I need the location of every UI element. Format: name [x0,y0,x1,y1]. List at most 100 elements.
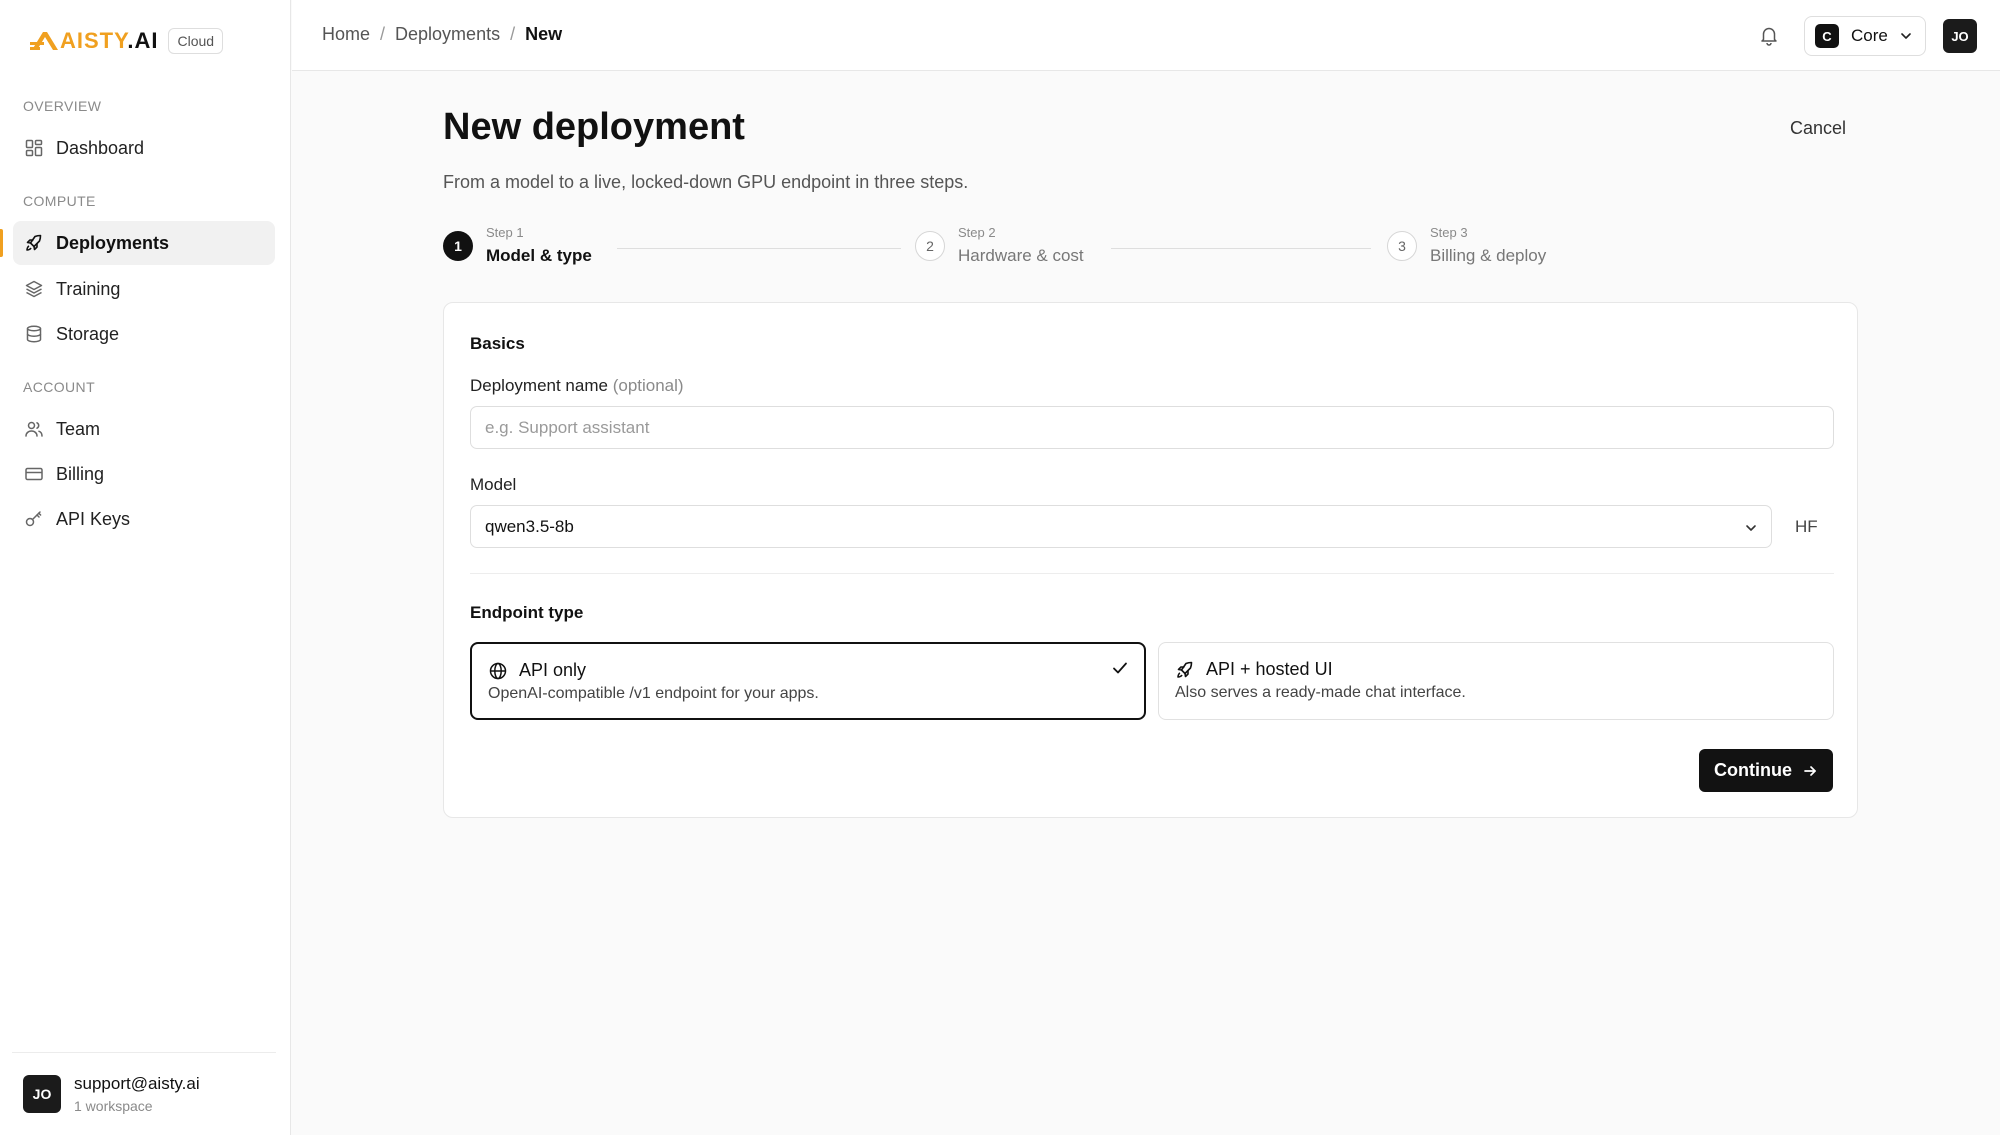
step-title: Model & type [486,246,592,265]
model-select-value: qwen3.5-8b [485,516,574,536]
users-icon [24,419,44,439]
step-title: Hardware & cost [958,246,1084,265]
breadcrumb: Home / Deployments / New [322,24,562,45]
workspace-name: Core [1851,26,1888,45]
endpoint-option-api-only[interactable]: API only OpenAI-compatible /v1 endpoint … [470,642,1146,720]
user-workspace-count: 1 workspace [74,1098,153,1114]
sidebar-item-label: Storage [56,323,120,344]
endpoint-option-header: API only [488,660,586,681]
sidebar-footer-divider [12,1052,276,1053]
model-select[interactable]: qwen3.5-8b [470,505,1772,548]
sidebar-item-label: API Keys [56,508,131,529]
endpoint-option-title: API only [519,660,587,680]
step-title: Billing & deploy [1430,246,1547,265]
credit-card-icon [24,464,44,484]
deployment-form-card: Basics Deployment name (optional) Model … [443,302,1858,818]
section-divider [470,573,1834,574]
breadcrumb-current: New [525,24,563,44]
step-3[interactable]: 3 Step 3 Billing & deploy [1387,225,1546,266]
step-2[interactable]: 2 Step 2 Hardware & cost [915,225,1084,266]
step-label: Step 1 [486,225,524,240]
optional-hint: (optional) [612,376,684,395]
user-meta: support@aisty.ai 1 workspace [74,1074,200,1114]
continue-label: Continue [1714,760,1792,780]
page-subtitle: From a model to a live, locked-down GPU … [443,172,969,192]
endpoint-option-header: API + hosted UI [1175,659,1333,680]
check-icon [1110,658,1130,678]
sidebar-item-billing[interactable]: Billing [13,452,275,496]
endpoint-option-description: Also serves a ready-made chat interface. [1175,684,1466,701]
stepper: 1 Step 1 Model & type 2 Step 2 Hardware … [443,225,1569,275]
sidebar-item-label: Training [56,278,121,299]
endpoint-option-description: OpenAI-compatible /v1 endpoint for your … [488,685,819,702]
avatar: JO [23,1075,61,1113]
step-connector [1111,248,1371,249]
aisty-logo-icon [30,32,58,50]
chevron-down-icon [1899,29,1913,43]
step-connector [617,248,901,249]
globe-icon [488,661,508,681]
breadcrumb-deployments[interactable]: Deployments [395,24,500,45]
workspace-switcher[interactable]: C Core [1804,16,1926,56]
brand: AISTY.AI Cloud [30,26,224,56]
deployment-name-label: Deployment name (optional) [470,376,684,396]
layers-icon [24,279,44,299]
logo-text-rest: .AI [127,28,159,53]
sidebar-item-storage[interactable]: Storage [13,312,275,356]
active-indicator [0,229,3,257]
chevron-down-icon [1743,520,1759,536]
avatar[interactable]: JO [1943,19,1977,53]
step-text: Step 3 Billing & deploy [1430,225,1546,266]
continue-button[interactable]: Continue [1699,749,1833,792]
sidebar-item-label: Team [56,418,101,439]
sidebar: AISTY.AI Cloud OVERVIEW Dashboard COMPUT… [0,0,291,1135]
endpoint-type-heading: Endpoint type [470,603,584,622]
nav-section-compute: COMPUTE [23,193,96,209]
sidebar-item-api-keys[interactable]: API Keys [13,497,275,541]
cancel-button[interactable]: Cancel [1790,118,1846,139]
step-label: Step 3 [1430,225,1468,240]
topbar: Home / Deployments / New C Core JO [292,0,2000,71]
sidebar-item-label: Dashboard [56,137,145,158]
key-icon [24,509,44,529]
workspace-letter: C [1815,24,1839,48]
step-number: 3 [1387,230,1417,261]
deployment-name-input[interactable] [470,406,1834,449]
step-number: 2 [915,230,945,261]
user-account[interactable]: JO support@aisty.ai 1 workspace [23,1074,200,1114]
sidebar-item-training[interactable]: Training [13,267,275,311]
step-number: 1 [443,230,473,261]
breadcrumb-separator: / [510,24,516,44]
cloud-badge: Cloud [168,28,224,54]
rocket-icon [1175,660,1195,680]
breadcrumb-separator: / [380,24,386,44]
endpoint-option-title: API + hosted UI [1206,659,1333,679]
logo-text: AISTY.AI [60,28,158,54]
grid-icon [24,138,44,158]
model-label: Model [470,475,517,494]
model-source-tag: HF [1795,517,1818,536]
step-label: Step 2 [958,225,996,240]
step-text: Step 1 Model & type [486,225,592,266]
rocket-icon [24,233,44,253]
basics-heading: Basics [470,334,525,353]
sidebar-item-label: Deployments [56,232,170,253]
database-icon [24,324,44,344]
deployment-name-label-text: Deployment name [470,376,608,395]
logo-text-accent: AISTY [60,28,128,53]
sidebar-item-dashboard[interactable]: Dashboard [13,126,275,170]
endpoint-option-api-hosted-ui[interactable]: API + hosted UI Also serves a ready-made… [1158,642,1834,720]
page-title: New deployment [443,106,745,148]
user-email: support@aisty.ai [74,1074,200,1093]
step-text: Step 2 Hardware & cost [958,225,1084,266]
logo[interactable]: AISTY.AI [30,28,158,54]
nav-section-overview: OVERVIEW [23,98,102,114]
breadcrumb-home[interactable]: Home [322,24,370,45]
arrow-right-icon [1804,765,1816,776]
sidebar-item-deployments[interactable]: Deployments [13,221,275,265]
sidebar-item-label: Billing [56,463,105,484]
nav-section-account: ACCOUNT [23,379,96,395]
step-1[interactable]: 1 Step 1 Model & type [443,225,592,266]
sidebar-item-team[interactable]: Team [13,407,275,451]
bell-icon[interactable] [1758,24,1780,46]
